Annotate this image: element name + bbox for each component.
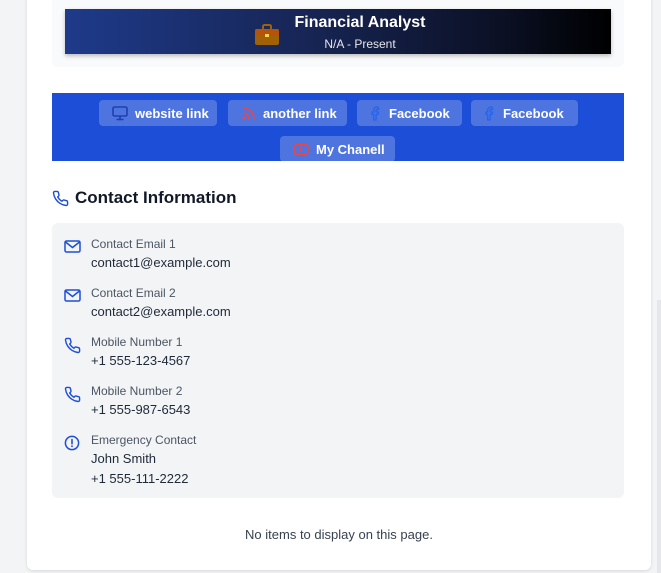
contact-value: contact2@example.com — [91, 304, 231, 319]
contact-label: Mobile Number 2 — [91, 384, 183, 398]
link-label: Facebook — [503, 105, 564, 121]
link-label: website link — [135, 105, 209, 121]
phone-icon — [64, 386, 81, 403]
contact-value: +1 555-987-6543 — [91, 402, 191, 417]
job-title: Financial Analyst — [294, 14, 426, 31]
monitor-icon — [112, 105, 128, 120]
contact-label: Emergency Contact — [91, 433, 197, 447]
contact-label: Contact Email 2 — [91, 286, 176, 300]
mail-icon — [64, 289, 81, 302]
link-label: Facebook — [389, 105, 450, 121]
link-label: another link — [263, 105, 337, 121]
facebook-link-button-2[interactable]: Facebook — [471, 100, 578, 126]
phone-icon — [64, 337, 81, 354]
contact-value: +1 555-111-2222 — [91, 471, 189, 486]
contact-heading: Contact Information — [52, 188, 237, 208]
contact-name: John Smith — [91, 451, 157, 466]
another-link-button[interactable]: another link — [228, 100, 347, 126]
job-period: N/A - Present — [324, 37, 396, 51]
alert-circle-icon — [64, 435, 80, 451]
facebook-link-button[interactable]: Facebook — [357, 100, 462, 126]
youtube-icon — [293, 143, 309, 155]
mail-icon — [64, 240, 81, 253]
social-links-bar: website link another link Facebook Faceb… — [52, 93, 624, 162]
contact-label: Contact Email 1 — [91, 237, 176, 251]
contact-value: +1 555-123-4567 — [91, 353, 191, 368]
phone-icon — [52, 190, 69, 206]
scrollbar[interactable] — [657, 300, 661, 573]
link-label: My Chanell — [316, 141, 385, 157]
contact-value: contact1@example.com — [91, 255, 231, 270]
contact-label: Mobile Number 1 — [91, 335, 183, 349]
facebook-icon — [371, 105, 380, 121]
facebook-icon — [485, 105, 494, 121]
website-link-button[interactable]: website link — [99, 100, 217, 126]
rss-icon — [242, 106, 255, 120]
youtube-link-button[interactable]: My Chanell — [280, 136, 395, 162]
section-title: Contact Information — [75, 188, 237, 207]
empty-state-message: No items to display on this page. — [245, 527, 433, 542]
